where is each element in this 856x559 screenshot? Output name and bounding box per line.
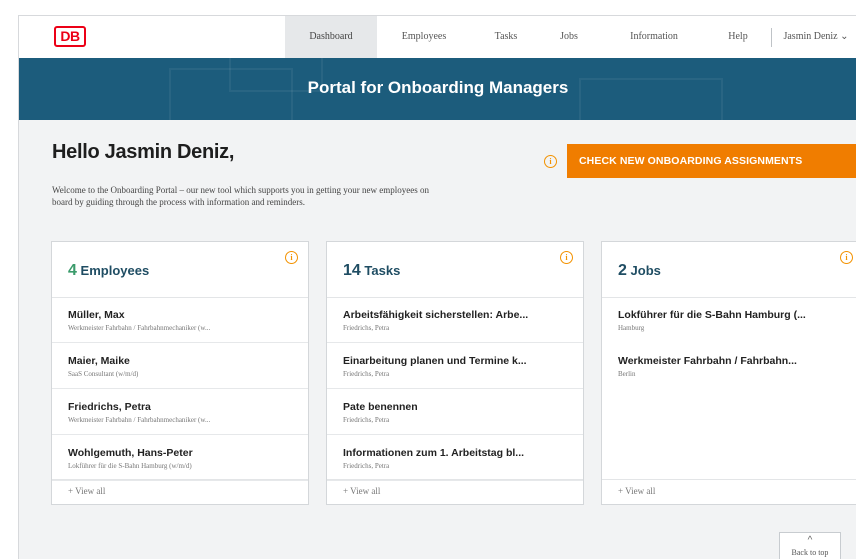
hero-banner: Portal for Onboarding Managers	[19, 58, 856, 120]
card-header: 4 Employees i	[52, 242, 308, 298]
back-to-top-button[interactable]: ^ Back to top	[779, 532, 841, 559]
view-all-link[interactable]: + View all	[343, 486, 380, 496]
user-menu[interactable]: Jasmin Deniz ⌄	[775, 16, 856, 58]
view-all-link[interactable]: + View all	[68, 486, 105, 496]
db-logo[interactable]: DB	[54, 26, 86, 47]
card-footer: + View all	[327, 479, 583, 504]
employee-role: SaaS Consultant (w/m/d)	[68, 370, 139, 378]
list-item[interactable]: Einarbeitung planen und Termine k... Fri…	[327, 343, 583, 389]
job-title: Werkmeister Fahrbahn / Fahrbahn...	[618, 355, 797, 367]
employees-card: 4 Employees i Müller, Max Werkmeister Fa…	[51, 241, 309, 505]
nav-dashboard[interactable]: Dashboard	[285, 16, 377, 58]
nav-employees[interactable]: Employees	[389, 16, 459, 58]
nav-divider	[771, 28, 772, 47]
jobs-card: 2 Jobs i Lokführer für die S-Bahn Hambur…	[601, 241, 856, 505]
employee-role: Lokführer für die S-Bahn Hamburg (w/m/d)	[68, 462, 192, 470]
list-item[interactable]: Arbeitsfähigkeit sicherstellen: Arbe... …	[327, 297, 583, 343]
card-title[interactable]: 2 Jobs	[618, 262, 661, 280]
task-assignee: Friedrichs, Petra	[343, 462, 390, 470]
tasks-count: 14	[343, 262, 361, 279]
card-header: 14 Tasks i	[327, 242, 583, 298]
card-header: 2 Jobs i	[602, 242, 856, 298]
list-item[interactable]: Friedrichs, Petra Werkmeister Fahrbahn /…	[52, 389, 308, 435]
task-assignee: Friedrichs, Petra	[343, 324, 390, 332]
list-item[interactable]: Pate benennen Friedrichs, Petra	[327, 389, 583, 435]
view-all-link[interactable]: + View all	[618, 486, 655, 496]
task-assignee: Friedrichs, Petra	[343, 370, 390, 378]
card-footer: + View all	[602, 479, 856, 504]
list-item[interactable]: Lokführer für die S-Bahn Hamburg (... Ha…	[602, 297, 856, 343]
nav-help[interactable]: Help	[718, 16, 758, 58]
employee-role: Werkmeister Fahrbahn / Fahrbahnmechanike…	[68, 324, 211, 332]
app-frame: DB Dashboard Employees Tasks Jobs Inform…	[18, 15, 856, 559]
task-title: Einarbeitung planen und Termine k...	[343, 355, 527, 367]
job-location: Berlin	[618, 370, 636, 378]
card-footer: + View all	[52, 479, 308, 504]
greeting-heading: Hello Jasmin Deniz,	[52, 141, 235, 163]
nav-information[interactable]: Information	[614, 16, 694, 58]
task-assignee: Friedrichs, Petra	[343, 416, 390, 424]
tasks-card: 14 Tasks i Arbeitsfähigkeit sicherstelle…	[326, 241, 584, 505]
nav-jobs[interactable]: Jobs	[554, 16, 584, 58]
employees-label: Employees	[80, 263, 150, 278]
task-title: Arbeitsfähigkeit sicherstellen: Arbe...	[343, 309, 529, 321]
check-assignments-button[interactable]: CHECK NEW ONBOARDING ASSIGNMENTS	[567, 144, 856, 178]
employee-name: Müller, Max	[68, 309, 125, 321]
list-item[interactable]: Maier, Maike SaaS Consultant (w/m/d)	[52, 343, 308, 389]
card-title[interactable]: 4 Employees	[68, 262, 149, 280]
nav-tasks[interactable]: Tasks	[486, 16, 526, 58]
list-item[interactable]: Informationen zum 1. Arbeitstag bl... Fr…	[327, 435, 583, 481]
back-to-top-label: Back to top	[791, 548, 829, 557]
tasks-label: Tasks	[364, 263, 401, 278]
chevron-up-icon: ^	[807, 535, 813, 546]
task-title: Informationen zum 1. Arbeitstag bl...	[343, 447, 525, 459]
employees-count: 4	[68, 262, 77, 279]
list-item[interactable]: Werkmeister Fahrbahn / Fahrbahn... Berli…	[602, 343, 856, 389]
card-title[interactable]: 14 Tasks	[343, 262, 400, 280]
employee-name: Wohlgemuth, Hans-Peter	[68, 447, 193, 459]
employee-name: Maier, Maike	[68, 355, 130, 367]
intro-text: Welcome to the Onboarding Portal – our n…	[52, 185, 429, 207]
info-icon[interactable]: i	[544, 155, 557, 168]
info-icon[interactable]: i	[840, 251, 853, 264]
jobs-count: 2	[618, 262, 627, 279]
page-title: Portal for Onboarding Managers	[307, 78, 569, 97]
task-title: Pate benennen	[343, 401, 418, 413]
employee-role: Werkmeister Fahrbahn / Fahrbahnmechanike…	[68, 416, 211, 424]
list-item[interactable]: Müller, Max Werkmeister Fahrbahn / Fahrb…	[52, 297, 308, 343]
info-icon[interactable]: i	[285, 251, 298, 264]
list-item[interactable]: Wohlgemuth, Hans-Peter Lokführer für die…	[52, 435, 308, 481]
jobs-label: Jobs	[630, 263, 661, 278]
employee-name: Friedrichs, Petra	[68, 401, 151, 413]
job-title: Lokführer für die S-Bahn Hamburg (...	[618, 309, 806, 321]
job-location: Hamburg	[618, 324, 645, 332]
info-icon[interactable]: i	[560, 251, 573, 264]
top-navigation: DB Dashboard Employees Tasks Jobs Inform…	[19, 16, 856, 59]
